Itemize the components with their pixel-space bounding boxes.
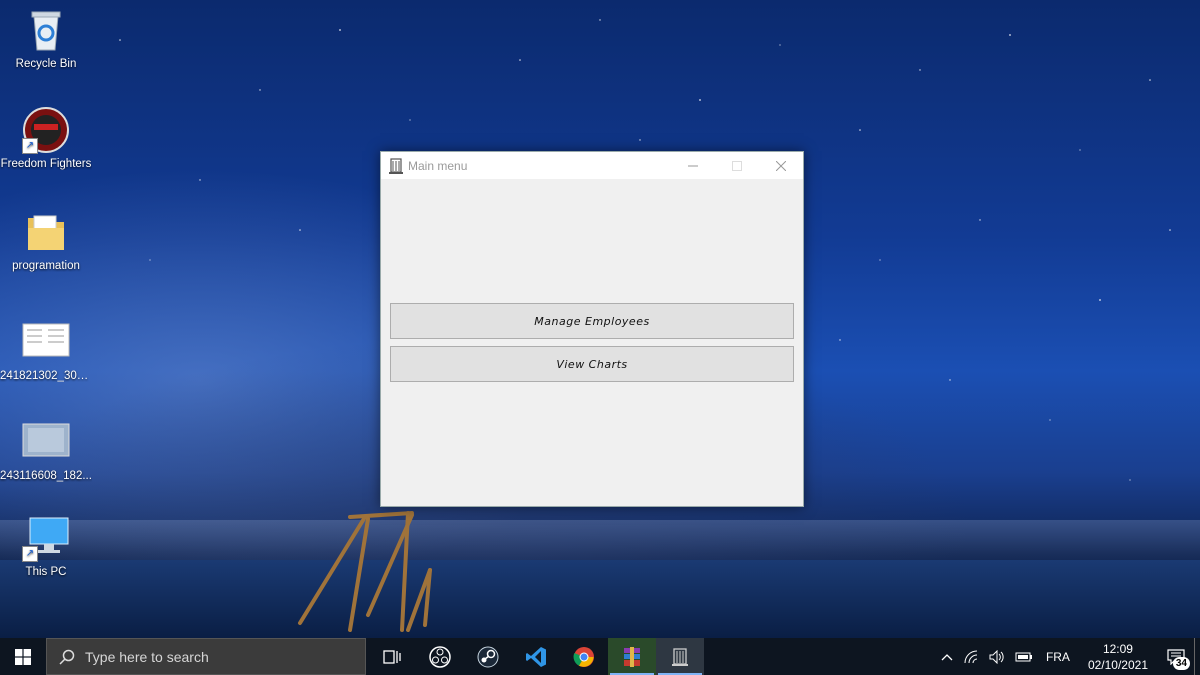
notification-count-badge: 34 (1172, 657, 1190, 670)
battery-button[interactable] (1010, 652, 1038, 662)
manage-employees-button[interactable]: Manage Employees (390, 303, 794, 339)
battery-icon (1015, 652, 1032, 661)
search-placeholder: Type here to search (85, 648, 209, 665)
action-center-button[interactable]: 34 (1158, 638, 1194, 675)
desktop-icon-label: programation (12, 260, 80, 272)
taskbar-app-winrar[interactable] (608, 638, 656, 675)
window-titlebar[interactable]: Main menu (381, 152, 803, 179)
minimize-icon (688, 165, 698, 166)
freedom-fighters-icon: ↗ (22, 106, 70, 154)
shortcut-arrow-icon: ↗ (22, 546, 38, 562)
desktop-icon-label: 241821302_303... (0, 370, 92, 382)
window-title: Main menu (408, 158, 468, 173)
steam-icon (477, 646, 499, 667)
input-language-button[interactable]: FRA (1038, 650, 1078, 664)
desktop-icon-recycle-bin[interactable]: Recycle Bin (0, 6, 92, 70)
taskbar-app-steam[interactable] (464, 638, 512, 675)
this-pc-icon: ↗ (22, 514, 70, 562)
desktop-icon-label: Freedom Fighters (0, 158, 92, 170)
main-menu-window: Main menu Manage Employees View Charts (380, 151, 804, 507)
close-button[interactable] (759, 152, 803, 179)
vscode-icon (526, 646, 546, 667)
network-button[interactable] (958, 650, 984, 664)
task-view-icon (383, 649, 401, 664)
taskbar-app-obs[interactable] (416, 638, 464, 675)
swing-structure (298, 511, 432, 632)
minimize-button[interactable] (671, 152, 715, 179)
desktop-icon-image-1[interactable]: 241821302_303... (0, 318, 92, 382)
task-view-button[interactable] (368, 638, 416, 675)
volume-icon (989, 649, 1004, 664)
taskbar: Type here to search FRA 12:09 02/10/2021… (0, 638, 1200, 675)
shortcut-arrow-icon: ↗ (22, 138, 38, 154)
desktop-icon-programation[interactable]: programation (0, 208, 92, 272)
sea (0, 560, 1200, 638)
desktop-icon-this-pc[interactable]: ↗ This PC (0, 514, 92, 578)
taskbar-app-vscode[interactable] (512, 638, 560, 675)
windows-logo-icon (15, 648, 31, 665)
clock-button[interactable]: 12:09 02/10/2021 (1078, 641, 1158, 673)
clock-time: 12:09 (1102, 641, 1133, 656)
chevron-up-icon (941, 653, 953, 660)
maximize-button[interactable] (715, 152, 759, 179)
chrome-icon (573, 646, 594, 667)
clock-date: 02/10/2021 (1087, 657, 1148, 672)
image-file-icon (22, 318, 70, 366)
desktop-icon-label: Recycle Bin (15, 58, 77, 70)
taskbar-app-main-menu[interactable] (656, 638, 704, 675)
folder-icon (22, 208, 70, 256)
image-file-icon (22, 418, 70, 466)
show-desktop-button[interactable] (1194, 638, 1200, 675)
wifi-icon (964, 650, 978, 663)
python-app-icon (672, 647, 688, 666)
show-hidden-icons-button[interactable] (936, 653, 958, 661)
search-icon (59, 649, 75, 665)
desktop-icon-label: 243116608_182... (0, 470, 92, 482)
desktop-icon-freedom-fighters[interactable]: ↗ Freedom Fighters (0, 106, 92, 170)
app-window-icon (389, 157, 403, 174)
system-tray: FRA 12:09 02/10/2021 34 (936, 638, 1200, 675)
taskbar-search-box[interactable]: Type here to search (46, 638, 366, 675)
view-charts-button[interactable]: View Charts (390, 346, 794, 382)
recycle-bin-icon (22, 6, 70, 54)
volume-button[interactable] (984, 649, 1010, 664)
desktop-icon-image-2[interactable]: 243116608_182... (0, 418, 92, 482)
desktop-icon-label: This PC (25, 566, 67, 578)
close-icon (776, 160, 786, 171)
start-button[interactable] (0, 638, 46, 675)
obs-icon (429, 645, 451, 668)
maximize-icon (732, 160, 742, 171)
winrar-icon (624, 646, 640, 667)
taskbar-app-chrome[interactable] (560, 638, 608, 675)
